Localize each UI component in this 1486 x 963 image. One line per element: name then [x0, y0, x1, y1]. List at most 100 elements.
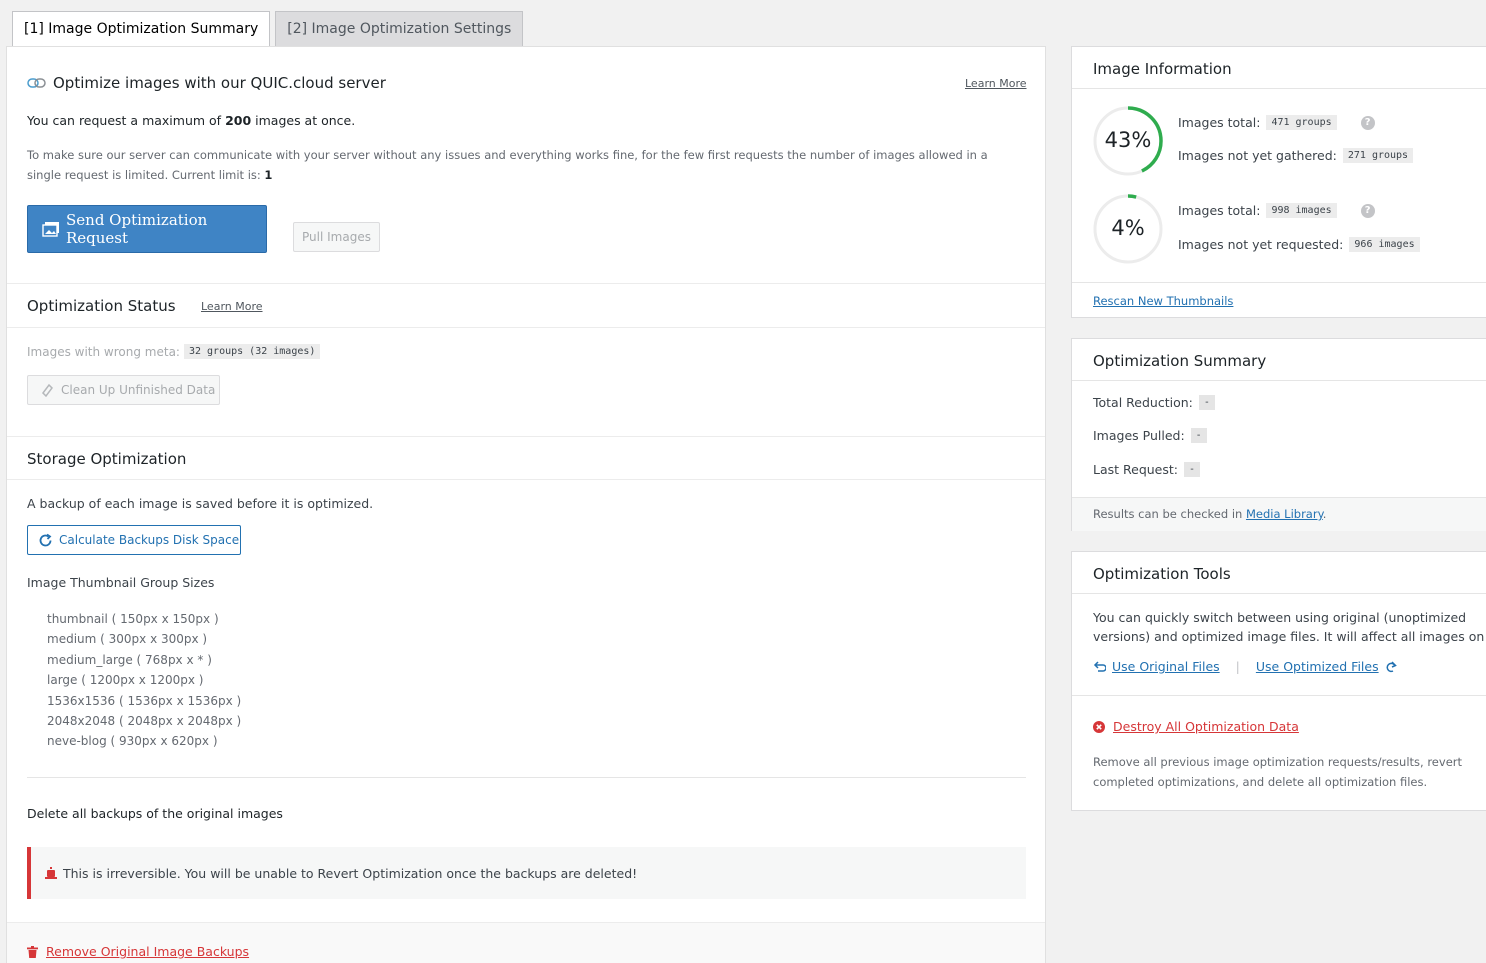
- optimization-tools-title: Optimization Tools: [1072, 552, 1486, 594]
- send-button-label: Send Optimization Request: [66, 211, 208, 247]
- total-reduction-label: Total Reduction:: [1093, 395, 1193, 410]
- tab-bar: [1] Image Optimization Summary [2] Image…: [12, 11, 524, 47]
- redo-icon: [1385, 660, 1398, 673]
- images-percent-label: 4%: [1111, 216, 1145, 240]
- not-requested-value: 966 images: [1349, 237, 1420, 252]
- thumbnail-sizes-list: thumbnail ( 150px x 150px ) medium ( 300…: [47, 609, 241, 752]
- images-total-value: 998 images: [1266, 203, 1337, 218]
- limit-value: 1: [264, 168, 273, 182]
- not-requested-label: Images not yet requested:: [1178, 237, 1344, 252]
- image-information-title: Image Information: [1072, 47, 1486, 89]
- remove-backups-row: Remove Original Image Backups: [27, 944, 249, 959]
- images-total-label: Images total:: [1178, 203, 1261, 218]
- last-request-value: -: [1184, 462, 1201, 477]
- divider: [27, 777, 1026, 778]
- optimization-status-title: Optimization Status: [27, 297, 176, 315]
- tools-description: You can quickly switch between using ori…: [1093, 610, 1485, 644]
- rescan-new-thumbnails-link[interactable]: Rescan New Thumbnails: [1093, 294, 1233, 308]
- groups-total-value: 471 groups: [1266, 115, 1337, 130]
- destroy-description: Remove all previous image optimization r…: [1093, 755, 1463, 789]
- size-item: neve-blog ( 930px x 620px ): [47, 734, 218, 749]
- destroy-row: Destroy All Optimization Data: [1093, 719, 1299, 734]
- clean-up-unfinished-data-button[interactable]: Clean Up Unfinished Data: [27, 375, 220, 405]
- images-total-row: Images total: 998 images ?: [1178, 203, 1375, 218]
- request-heading: Optimize images with our QUIC.cloud serv…: [27, 74, 386, 92]
- switch-files-row: Use Original Files | Use Optimized Files: [1093, 659, 1398, 674]
- separator: |: [1235, 659, 1240, 674]
- alert-text: This is irreversible. You will be unable…: [63, 865, 638, 881]
- images-pulled-row: Images Pulled: -: [1093, 428, 1207, 443]
- divider: [7, 436, 1045, 437]
- results-note: Results can be checked in Media Library.: [1093, 507, 1326, 521]
- max-value: 200: [225, 113, 252, 128]
- delete-backups-title: Delete all backups of the original image…: [27, 806, 283, 821]
- limit-note-text: To make sure our server can communicate …: [27, 148, 988, 182]
- undo-icon: [1093, 660, 1106, 673]
- limit-note: To make sure our server can communicate …: [27, 145, 1012, 185]
- image-information-box: Image Information 43% Images total: 471 …: [1071, 46, 1486, 318]
- images-pulled-value: -: [1190, 428, 1207, 443]
- eraser-icon: [40, 383, 54, 397]
- groups-total-label: Images total:: [1178, 115, 1261, 130]
- results-post: .: [1322, 507, 1327, 521]
- optimization-tools-box: Optimization Tools You can quickly switc…: [1071, 551, 1486, 811]
- size-item: 2048x2048 ( 2048px x 2048px ): [47, 713, 242, 728]
- link-icon: [27, 77, 46, 89]
- calc-button-label: Calculate Backups Disk Space: [59, 533, 240, 547]
- storage-optimization-title: Storage Optimization: [27, 450, 187, 468]
- wrong-meta-label: Images with wrong meta:: [27, 344, 180, 359]
- wrong-meta-value: 32 groups (32 images): [183, 344, 321, 359]
- status-learn-more-link[interactable]: Learn More: [201, 300, 263, 313]
- optimization-summary-title: Optimization Summary: [1072, 339, 1486, 381]
- size-item: 1536x1536 ( 1536px x 1536px ): [47, 693, 242, 708]
- media-library-link[interactable]: Media Library: [1246, 507, 1323, 521]
- size-item: thumbnail ( 150px x 150px ): [47, 612, 219, 626]
- size-item: medium_large ( 768px x * ): [47, 652, 212, 667]
- use-original-files-link[interactable]: Use Original Files: [1112, 659, 1220, 674]
- siren-icon: [45, 866, 57, 880]
- max-text-pre: You can request a maximum of: [27, 113, 222, 128]
- images-pulled-label: Images Pulled:: [1093, 428, 1185, 443]
- wrong-meta-row: Images with wrong meta: 32 groups (32 im…: [27, 344, 321, 359]
- divider: [1072, 695, 1486, 696]
- optimization-summary-box: Optimization Summary Total Reduction: - …: [1071, 338, 1486, 531]
- refresh-icon: [38, 533, 53, 548]
- results-pre: Results can be checked in: [1093, 507, 1243, 521]
- help-icon[interactable]: ?: [1360, 203, 1375, 218]
- total-reduction-row: Total Reduction: -: [1093, 395, 1215, 410]
- groups-total-row: Images total: 471 groups ?: [1178, 115, 1375, 130]
- last-request-label: Last Request:: [1093, 462, 1178, 477]
- divider: [7, 479, 1045, 480]
- not-gathered-row: Images not yet gathered: 271 groups: [1178, 148, 1414, 163]
- use-optimized-files-link[interactable]: Use Optimized Files: [1256, 659, 1379, 674]
- tab-image-optimization-settings[interactable]: [2] Image Optimization Settings: [275, 11, 524, 46]
- not-gathered-label: Images not yet gathered:: [1178, 148, 1337, 163]
- help-icon[interactable]: ?: [1360, 115, 1375, 130]
- max-request-text: You can request a maximum of 200 images …: [27, 113, 355, 128]
- not-gathered-value: 271 groups: [1342, 148, 1414, 163]
- destroy-all-optimization-data-link[interactable]: Destroy All Optimization Data: [1113, 719, 1299, 734]
- divider: [7, 327, 1045, 328]
- divider: [7, 283, 1045, 284]
- cleanup-button-label: Clean Up Unfinished Data: [61, 383, 216, 397]
- thumbnail-sizes-title: Image Thumbnail Group Sizes: [27, 575, 215, 590]
- tab-image-optimization-summary[interactable]: [1] Image Optimization Summary: [12, 11, 271, 47]
- divider: [1072, 282, 1486, 283]
- total-reduction-value: -: [1198, 395, 1215, 410]
- groups-percent-label: 43%: [1104, 128, 1152, 152]
- images-icon: [42, 221, 60, 237]
- size-item: medium ( 300px x 300px ): [47, 632, 208, 647]
- main-panel: Optimize images with our QUIC.cloud serv…: [6, 46, 1046, 963]
- pull-images-button[interactable]: Pull Images: [293, 222, 380, 252]
- size-item: large ( 1200px x 1200px ): [47, 673, 204, 688]
- backup-note: A backup of each image is saved before i…: [27, 496, 374, 511]
- max-text-post: images at once.: [255, 113, 356, 128]
- send-optimization-request-button[interactable]: Send Optimization Request: [27, 205, 267, 253]
- request-title: Optimize images with our QUIC.cloud serv…: [53, 74, 386, 92]
- remove-original-image-backups-link[interactable]: Remove Original Image Backups: [46, 944, 249, 959]
- trash-icon: [27, 945, 38, 958]
- request-learn-more-link[interactable]: Learn More: [965, 77, 1027, 90]
- calculate-backups-disk-space-button[interactable]: Calculate Backups Disk Space: [27, 525, 241, 555]
- not-requested-row: Images not yet requested: 966 images: [1178, 237, 1420, 252]
- error-circle-icon: [1093, 720, 1105, 733]
